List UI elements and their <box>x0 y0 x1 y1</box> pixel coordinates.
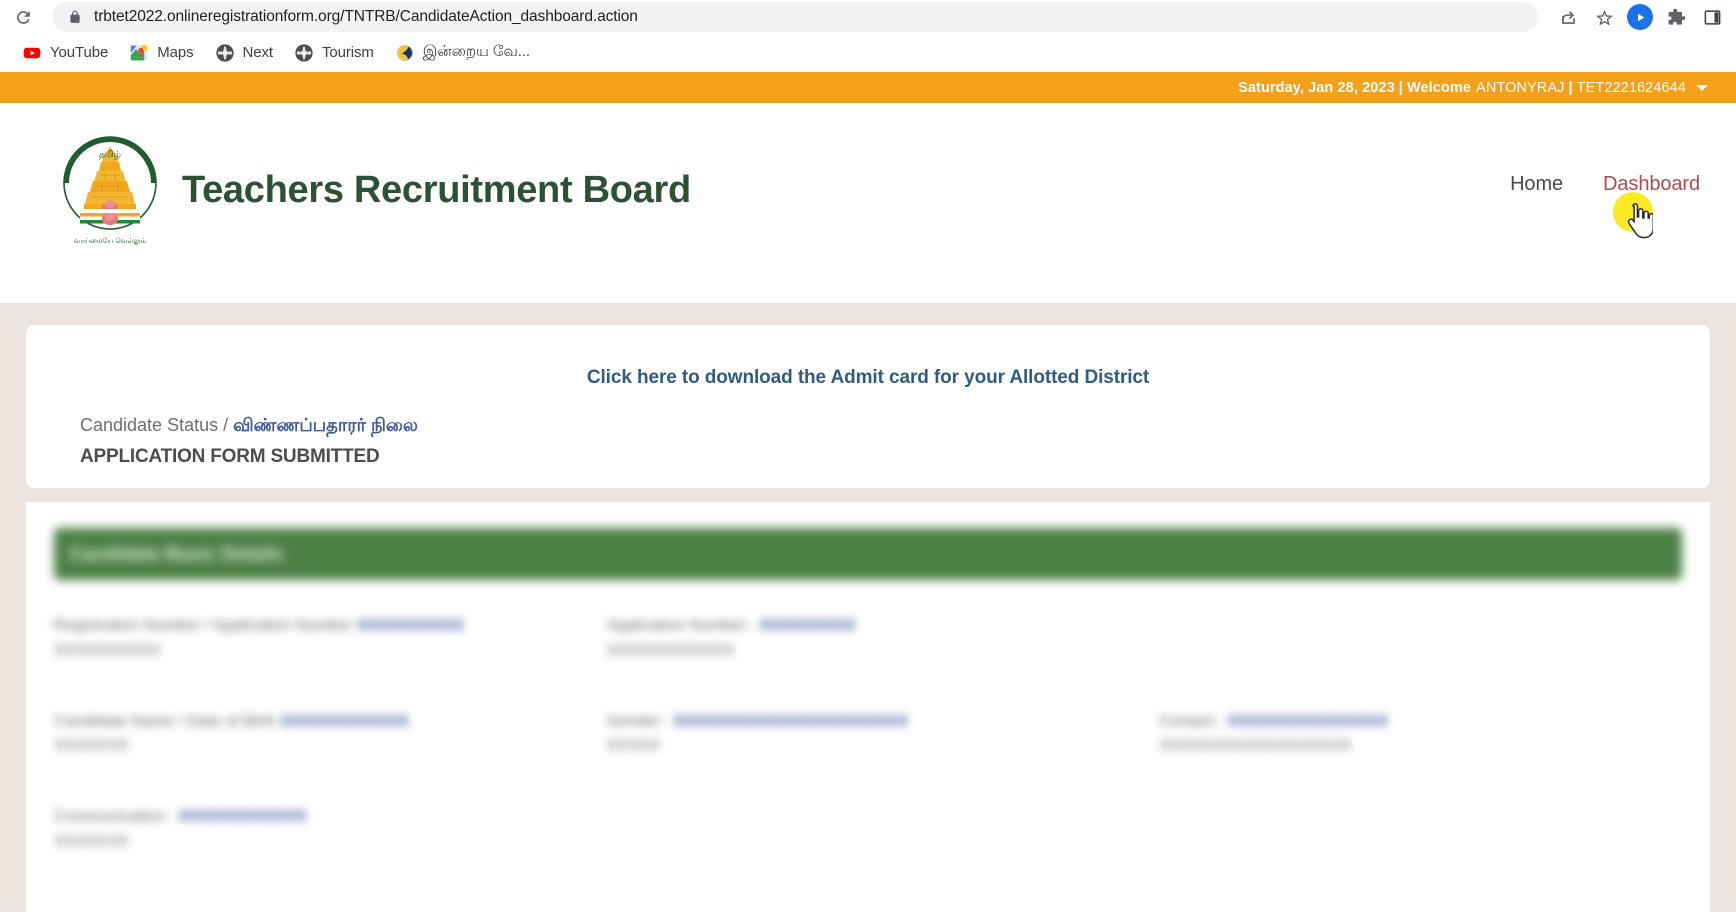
detail-item: Gender : XXXXXXXXXXXXXXXXXXXXXX XXXXX <box>607 710 1130 760</box>
detail-item <box>1159 614 1682 664</box>
welcome-bar-text: Saturday, Jan 28, 2023 | Welcome ANTONYR… <box>1238 80 1708 96</box>
bookmark-button[interactable] <box>1588 1 1620 33</box>
detail-label: Communication : <box>54 808 179 826</box>
site-nav: Home Dashboard <box>1510 173 1700 196</box>
detail-label: Application Number : <box>606 617 760 634</box>
welcome-label: Welcome <box>1406 79 1472 96</box>
chevron-down-icon[interactable] <box>1696 84 1708 91</box>
detail-item: Application Number : XXXXXXXXX XXXXXXXXX… <box>607 614 1130 664</box>
welcome-bar: Saturday, Jan 28, 2023 | Welcome ANTONYR… <box>0 72 1736 103</box>
bookmark-label: Next <box>242 44 274 61</box>
user-name: ANTONYRAJ <box>1476 79 1565 96</box>
globe-icon <box>295 43 313 62</box>
lock-icon <box>70 10 80 23</box>
side-panel-button[interactable] <box>1696 1 1728 33</box>
reload-icon <box>16 10 30 24</box>
nav-link-home[interactable]: Home <box>1510 173 1563 196</box>
current-date: Saturday, Jan 28, 2023 <box>1238 79 1395 96</box>
bookmark-tourism[interactable]: Tourism <box>286 39 383 67</box>
detail-sub: XXXXXXX <box>54 737 129 755</box>
globe-icon <box>215 43 234 62</box>
candidate-status-value: APPLICATION FORM SUBMITTED <box>80 446 380 467</box>
youtube-icon <box>23 44 41 62</box>
detail-value: XXXXXXXXXXXX <box>280 712 409 730</box>
candidate-status-label: Candidate Status / விண்ணப்பதாரர் நிலை <box>80 415 1656 438</box>
site-header: தமிழ் வாய்மையே வெல்லும் Teachers Recruit… <box>0 103 1736 303</box>
detail-sub: XXXXXXXXXXXX <box>606 641 735 659</box>
detail-label: Contact : <box>1159 712 1228 730</box>
detail-sub: XXXXXXX <box>54 832 129 850</box>
share-button[interactable] <box>1552 1 1584 33</box>
detail-label: Registration Number / Application Number <box>54 617 353 634</box>
profile-avatar[interactable] <box>1627 4 1653 30</box>
registration-number: TET2221624644 <box>1576 79 1686 96</box>
extensions-puzzle-icon <box>1668 8 1685 25</box>
detail-item: Communication : XXXXXXXXXXXX XXXXXXX <box>54 805 1682 855</box>
bookmark-label: இன்றைய வே... <box>422 43 530 60</box>
bookmark-next[interactable]: Next <box>207 39 282 67</box>
detail-value: XXXXXXXXXXXXXXXXXXXXXX <box>673 712 909 730</box>
bookmark-maps[interactable]: Maps <box>121 39 202 67</box>
bookmark-star-icon <box>1595 9 1613 26</box>
profile-avatar-icon <box>1632 9 1648 25</box>
page-title: Teachers Recruitment Board <box>182 168 691 211</box>
admit-card-download-link[interactable]: Click here to download the Admit card fo… <box>80 367 1656 389</box>
detail-value: XXXXXXXXX <box>759 617 856 634</box>
candidate-status-label-ta: விண்ணப்பதாரர் நிலை <box>233 415 418 435</box>
candidate-details-grid: Registration Number / Application Number… <box>54 614 1682 759</box>
bookmark-label: Tourism <box>321 44 374 61</box>
share-icon <box>1561 10 1575 24</box>
browser-toolbar-icons <box>1544 1 1728 33</box>
side-panel-icon <box>1704 9 1720 25</box>
extensions-button[interactable] <box>1660 1 1692 33</box>
tamil-nadu-government-emblem-icon: தமிழ் வாய்மையே வெல்லும் <box>60 131 160 249</box>
separator: | <box>1568 79 1573 96</box>
reload-button[interactable] <box>6 0 40 34</box>
detail-value: XXXXXXXXXXXX <box>178 808 307 826</box>
content-wrap: Click here to download the Admit card fo… <box>0 303 1736 488</box>
separator: | <box>1398 79 1403 96</box>
globe-blue-icon <box>396 44 414 62</box>
candidate-details-panel: Candidate Basic Details Registration Num… <box>26 502 1710 912</box>
detail-item: Contact : XXXXXXXXXXXXXXX XXXXXXXXXXXXXX… <box>1159 710 1682 760</box>
google-maps-icon <box>130 44 148 62</box>
candidate-details-banner-text: Candidate Basic Details <box>70 543 284 564</box>
detail-label: Gender : <box>606 712 674 730</box>
browser-chrome: trbtet2022.onlineregistrationform.org/TN… <box>0 0 1736 72</box>
candidate-status-card: Click here to download the Admit card fo… <box>26 325 1710 488</box>
svg-text:வாய்மையே வெல்லும்: வாய்மையே வெல்லும் <box>74 237 147 245</box>
omnibar-row: trbtet2022.onlineregistrationform.org/TN… <box>0 0 1736 34</box>
bookmarks-bar: YouTube Maps Next Tourism இன்றைய வே... <box>0 34 1736 72</box>
brand: தமிழ் வாய்மையே வெல்லும் Teachers Recruit… <box>60 131 691 249</box>
address-bar-url: trbtet2022.onlineregistrationform.org/TN… <box>94 8 638 25</box>
detail-item: Candidate Name / Date of Birth XXXXXXXXX… <box>54 710 577 760</box>
bookmark-youtube[interactable]: YouTube <box>14 39 117 67</box>
candidate-status-label-en: Candidate Status / <box>80 415 234 435</box>
detail-value: XXXXXXXXXX <box>357 617 464 634</box>
page-viewport: Saturday, Jan 28, 2023 | Welcome ANTONYR… <box>0 72 1736 912</box>
detail-sub: XXXXX <box>606 737 661 755</box>
nav-link-dashboard[interactable]: Dashboard <box>1603 173 1700 196</box>
bookmark-label: Maps <box>157 44 194 61</box>
detail-value: XXXXXXXXXXXXXXX <box>1227 712 1388 730</box>
hand-pointer-cursor <box>1627 203 1653 239</box>
detail-label: Candidate Name / Date of Birth <box>54 712 277 730</box>
svg-text:தமிழ்: தமிழ் <box>99 149 121 159</box>
bookmark-label: YouTube <box>50 44 109 61</box>
candidate-details-banner: Candidate Basic Details <box>54 528 1682 580</box>
address-bar[interactable]: trbtet2022.onlineregistrationform.org/TN… <box>52 2 1538 32</box>
bookmark-tamil-news[interactable]: இன்றைய வே... <box>387 38 539 67</box>
detail-item: Registration Number / Application Number… <box>54 614 577 664</box>
detail-sub: XXXXXXXXXX <box>54 641 161 659</box>
detail-sub: XXXXXXXXXXXXXXXXXX <box>1159 737 1352 755</box>
